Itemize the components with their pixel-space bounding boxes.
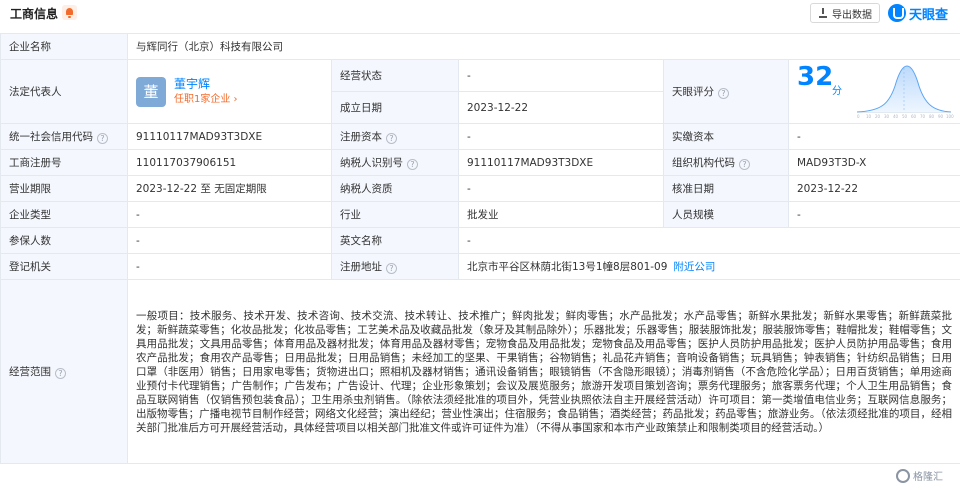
field-label: 工商注册号 <box>0 149 128 176</box>
help-icon[interactable]: ? <box>407 158 418 170</box>
svg-text:90: 90 <box>938 114 944 119</box>
staff-size-value: - <box>787 201 960 228</box>
field-label: 天眼评分 <box>672 85 714 98</box>
watermark-text: 格隆汇 <box>913 472 943 483</box>
field-label: 法定代表人 <box>0 59 128 124</box>
credit-code-label-cell: 统一社会信用代码? <box>0 123 128 150</box>
svg-text:60: 60 <box>911 114 917 119</box>
authority-value: - <box>127 253 332 280</box>
table-row: 经营范围? 一般项目：技术服务、技术开发、技术咨询、技术交流、技术转让、技术推广… <box>0 279 960 464</box>
help-icon[interactable]: ? <box>739 158 750 170</box>
field-label: 成立日期 <box>331 91 459 124</box>
approve-date-value: 2023-12-22 <box>787 175 960 202</box>
field-label: 参保人数 <box>0 227 128 254</box>
score-label-cell: 天眼评分? <box>663 59 789 124</box>
paid-capital-value: - <box>787 123 960 150</box>
field-label: 核准日期 <box>663 175 789 202</box>
credit-code-value: 91110117MAD93T3DXE <box>127 123 332 150</box>
legal-rep-name-link[interactable]: 董宇辉 <box>174 76 238 92</box>
score-cell[interactable]: 32 分 0 10 20 30 40 50 60 70 80 90 100 <box>787 59 960 124</box>
svg-text:0: 0 <box>857 114 860 119</box>
export-label: 导出数据 <box>832 9 872 21</box>
field-label: 英文名称 <box>331 227 459 254</box>
field-label: 注册地址 <box>340 260 382 273</box>
type-value: - <box>127 201 332 228</box>
reg-capital-value: - <box>458 123 664 150</box>
svg-text:20: 20 <box>875 114 881 119</box>
svg-text:40: 40 <box>893 114 899 119</box>
table-row: 法定代表人 董 董宇辉 任职1家企业 › 经营状态 - 天眼评分? 32 分 0… <box>0 59 960 124</box>
found-date-value: 2023-12-22 <box>458 91 664 124</box>
field-label: 纳税人资质 <box>331 175 459 202</box>
help-icon[interactable]: ? <box>386 262 397 274</box>
en-name-value: - <box>457 227 960 254</box>
help-icon[interactable]: ? <box>97 132 108 144</box>
field-label: 注册资本 <box>340 130 382 143</box>
tax-id-label-cell: 纳税人识别号? <box>331 149 459 176</box>
download-icon <box>818 8 828 18</box>
legal-rep-positions-link[interactable]: 任职1家企业 › <box>174 92 238 108</box>
reg-number-value: 110117037906151 <box>127 149 332 176</box>
field-label: 企业名称 <box>0 33 128 60</box>
field-label: 实缴资本 <box>663 123 789 150</box>
company-name-value: 与辉同行（北京）科技有限公司 <box>126 33 960 60</box>
table-row: 参保人数 - 英文名称 - <box>0 227 960 254</box>
table-row: 企业类型 - 行业 批发业 人员规模 - <box>0 201 960 228</box>
tax-qual-value: - <box>458 175 664 202</box>
help-icon[interactable]: ? <box>55 367 66 379</box>
field-label: 经营状态 <box>331 59 459 92</box>
score-value: 32 <box>797 62 834 92</box>
org-code-label-cell: 组织机构代码? <box>663 149 789 176</box>
field-label: 人员规模 <box>663 201 789 228</box>
legal-rep-cell: 董 董宇辉 任职1家企业 › <box>127 59 332 124</box>
field-label: 经营范围 <box>9 365 51 378</box>
insured-value: - <box>127 227 332 254</box>
field-label: 组织机构代码 <box>672 156 735 169</box>
address-value: 北京市平谷区林荫北街13号1幢8层801-09 <box>467 260 668 273</box>
svg-text:10: 10 <box>866 114 872 119</box>
table-row: 工商注册号 110117037906151 纳税人识别号? 91110117MA… <box>0 149 960 176</box>
brand-logo[interactable]: 天眼查 <box>888 3 948 23</box>
brand-name: 天眼查 <box>909 7 949 23</box>
bell-icon[interactable] <box>62 5 77 20</box>
score-distribution-chart-icon: 0 10 20 30 40 50 60 70 80 90 100 <box>856 65 954 119</box>
tianyancha-logo-icon <box>888 4 906 22</box>
export-data-button[interactable]: 导出数据 <box>810 3 880 23</box>
watermark-logo-icon <box>896 468 910 483</box>
table-row: 企业名称 与辉同行（北京）科技有限公司 <box>0 33 960 60</box>
address-label-cell: 注册地址? <box>331 253 459 280</box>
address-cell: 北京市平谷区林荫北街13号1幢8层801-09 附近公司 <box>457 253 960 280</box>
svg-text:80: 80 <box>929 114 935 119</box>
score-unit: 分 <box>832 86 842 97</box>
term-value: 2023-12-22 至 无固定期限 <box>127 175 332 202</box>
status-value: - <box>458 59 664 92</box>
field-label: 纳税人识别号 <box>340 156 403 169</box>
field-label: 行业 <box>331 201 459 228</box>
business-info-table: 企业名称 与辉同行（北京）科技有限公司 法定代表人 董 董宇辉 任职1家企业 ›… <box>0 33 960 464</box>
table-row: 营业期限 2023-12-22 至 无固定期限 纳税人资质 - 核准日期 202… <box>0 175 960 202</box>
table-row: 登记机关 - 注册地址? 北京市平谷区林荫北街13号1幢8层801-09 附近公司 <box>0 253 960 280</box>
table-row: 统一社会信用代码? 91110117MAD93T3DXE 注册资本? - 实缴资… <box>0 123 960 150</box>
business-scope-value: 一般项目：技术服务、技术开发、技术咨询、技术交流、技术转让、技术推广；鲜肉批发；… <box>126 279 960 464</box>
svg-text:100: 100 <box>946 114 954 119</box>
reg-capital-label-cell: 注册资本? <box>331 123 459 150</box>
avatar[interactable]: 董 <box>136 76 166 107</box>
industry-value: 批发业 <box>458 201 664 228</box>
org-code-value: MAD93T3D-X <box>787 149 960 176</box>
field-label: 营业期限 <box>0 175 128 202</box>
help-icon[interactable]: ? <box>386 132 397 144</box>
watermark: 格隆汇 <box>896 468 943 483</box>
svg-text:70: 70 <box>920 114 926 119</box>
nearby-companies-link[interactable]: 附近公司 <box>673 261 715 273</box>
help-icon[interactable]: ? <box>718 87 729 99</box>
field-label: 企业类型 <box>0 201 128 228</box>
field-label: 统一社会信用代码 <box>9 130 93 143</box>
section-header: 工商信息 导出数据 天眼查 <box>0 0 960 28</box>
scope-label-cell: 经营范围? <box>0 279 128 464</box>
section-title: 工商信息 <box>10 7 59 21</box>
svg-text:50: 50 <box>902 114 908 119</box>
svg-text:30: 30 <box>884 114 890 119</box>
field-label: 登记机关 <box>0 253 128 280</box>
tax-id-value: 91110117MAD93T3DXE <box>458 149 664 176</box>
